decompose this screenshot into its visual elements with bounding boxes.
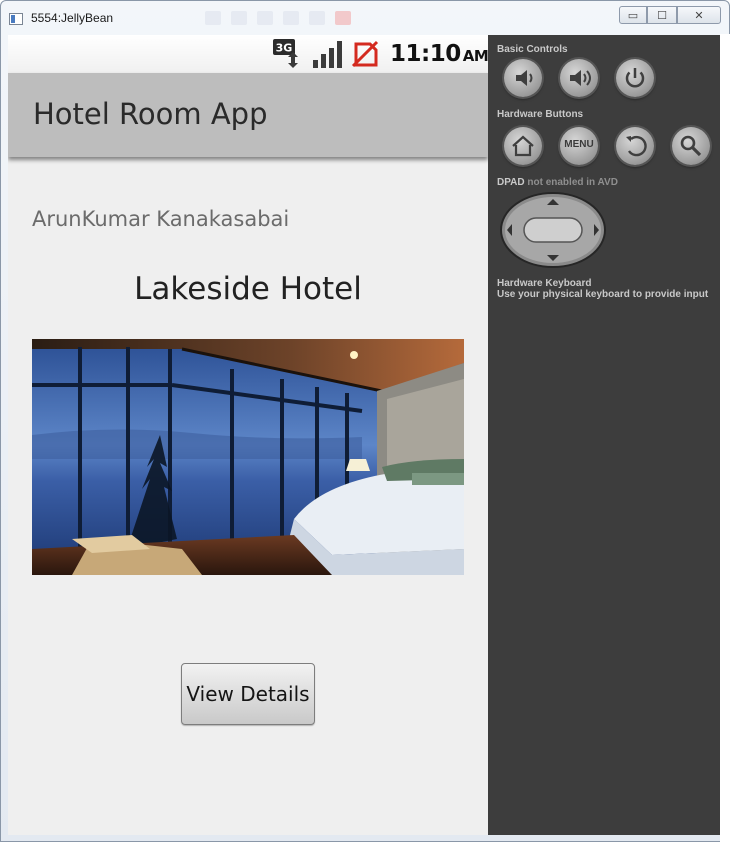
status-clock: 11:10 AM (390, 41, 488, 67)
close-button[interactable]: ✕ (677, 6, 721, 24)
emulator-window: 5554:JellyBean ▭ ☐ ✕ 3G 11:10 AM Hotel R… (0, 0, 730, 842)
background-ghost-icon (205, 11, 221, 25)
back-icon[interactable] (616, 127, 654, 165)
app-title: Hotel Room App (33, 97, 268, 131)
svg-text:3G: 3G (276, 42, 293, 55)
hotel-room-photo (32, 339, 464, 575)
emulator-controls-panel: Basic Controls Hardware Buttons MENU DPA… (488, 35, 720, 835)
background-ghost-icon (283, 11, 299, 25)
basic-controls-label: Basic Controls (497, 44, 568, 55)
home-icon[interactable] (504, 127, 542, 165)
menu-button[interactable]: MENU (560, 127, 598, 165)
3g-data-icon: 3G (273, 39, 298, 68)
hotel-name: Lakeside Hotel (134, 271, 362, 307)
dpad-control[interactable] (500, 192, 606, 268)
maximize-button[interactable]: ☐ (647, 6, 677, 24)
dpad-title: DPAD (497, 177, 525, 188)
keyboard-info: Hardware Keyboard Use your physical keyb… (497, 278, 708, 300)
minimize-button[interactable]: ▭ (619, 6, 647, 24)
window-title: 5554:JellyBean (31, 11, 114, 25)
emulator-app-icon (9, 13, 23, 25)
background-window-edge (720, 34, 730, 842)
clock-ampm: AM (462, 47, 488, 65)
clock-time: 11:10 (390, 41, 461, 67)
background-ghost-icon (231, 11, 247, 25)
keyboard-hint: Use your physical keyboard to provide in… (497, 289, 709, 300)
background-ghost-icon (335, 11, 351, 25)
author-name: ArunKumar Kanakasabai (32, 207, 290, 231)
no-sim-icon (351, 40, 379, 68)
window-titlebar[interactable]: 5554:JellyBean ▭ ☐ ✕ (1, 1, 729, 35)
background-ghost-icon (309, 11, 325, 25)
window-caption-buttons: ▭ ☐ ✕ (619, 6, 721, 26)
search-icon[interactable] (672, 127, 710, 165)
background-ghost-icon (257, 11, 273, 25)
status-bar: 3G 11:10 AM (8, 35, 488, 74)
android-screen: 3G 11:10 AM Hotel Room App ArunKumar Kana… (8, 35, 488, 835)
keyboard-label: Hardware Keyboard (497, 278, 592, 289)
view-details-button[interactable]: View Details (181, 663, 315, 725)
action-bar: Hotel Room App (8, 73, 488, 157)
power-icon[interactable] (616, 59, 654, 97)
hardware-buttons-label: Hardware Buttons (497, 109, 584, 120)
volume-up-icon[interactable] (560, 59, 598, 97)
volume-down-icon[interactable] (504, 59, 542, 97)
signal-strength-icon (313, 41, 342, 68)
menu-button-label: MENU (564, 139, 594, 150)
dpad-label: DPAD not enabled in AVD (497, 177, 618, 188)
dpad-status: not enabled in AVD (527, 177, 618, 188)
